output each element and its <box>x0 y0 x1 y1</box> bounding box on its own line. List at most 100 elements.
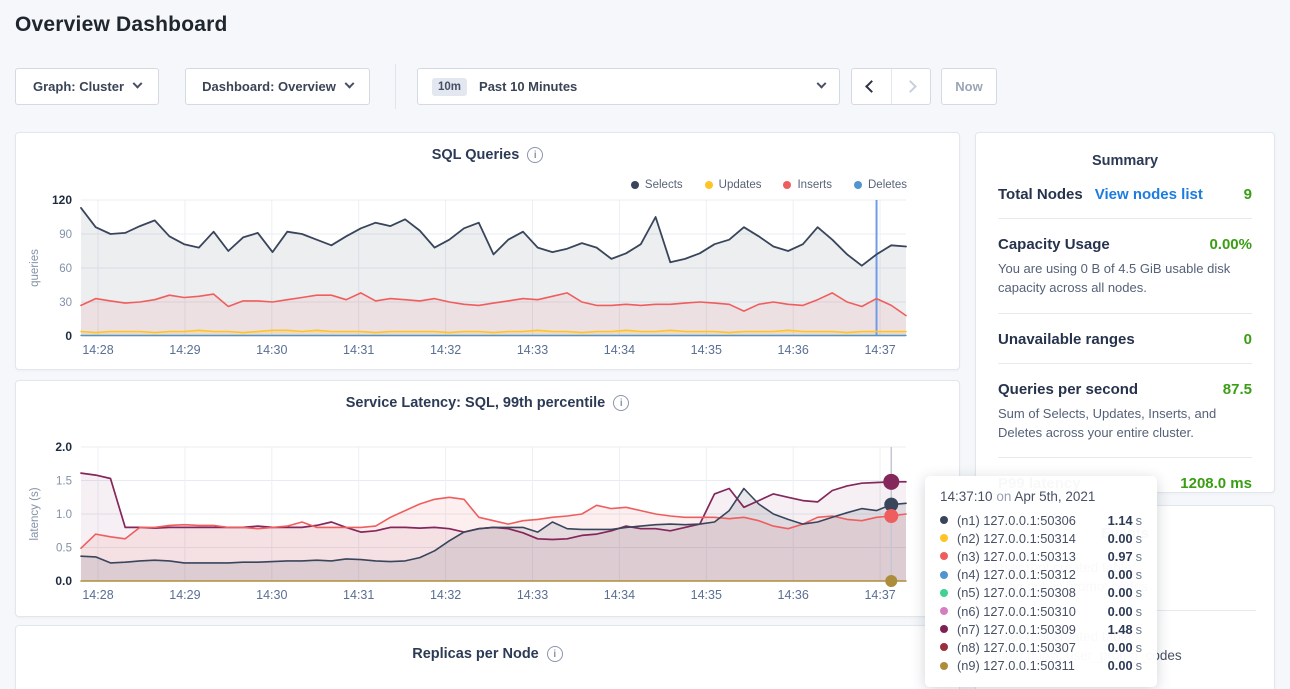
tooltip-node-row: (n1) 127.0.0.1:503061.14s <box>940 511 1142 529</box>
info-icon[interactable]: i <box>547 646 563 662</box>
svg-text:0.5: 0.5 <box>56 543 72 555</box>
tooltip-node-row: (n9) 127.0.0.1:503110.00s <box>940 657 1142 675</box>
chevron-down-icon <box>344 79 354 89</box>
svg-text:0.0: 0.0 <box>55 574 72 588</box>
tooltip-node-row: (n8) 127.0.0.1:503070.00s <box>940 638 1142 656</box>
node-address: (n5) 127.0.0.1:50308 <box>957 585 1076 600</box>
chevron-down-icon <box>133 79 143 89</box>
latency-unit: s <box>1136 531 1142 546</box>
capacity-label: Capacity Usage <box>998 236 1110 253</box>
svg-text:14:29: 14:29 <box>169 343 200 357</box>
latency-unit: s <box>1136 622 1142 637</box>
node-color-dot <box>940 643 948 651</box>
node-color-dot <box>940 589 948 597</box>
capacity-description: You are using 0 B of 4.5 GiB usable disk… <box>998 260 1252 298</box>
svg-text:14:32: 14:32 <box>430 343 461 357</box>
svg-text:14:29: 14:29 <box>169 588 200 602</box>
svg-text:14:30: 14:30 <box>256 588 287 602</box>
unavailable-ranges-label: Unavailable ranges <box>998 331 1135 348</box>
svg-text:queries: queries <box>29 249 41 287</box>
p99-latency-value: 1208.0 ms <box>1180 475 1252 492</box>
node-latency-value: 0.00 <box>1108 531 1133 546</box>
node-latency-value: 0.00 <box>1108 658 1133 673</box>
unavailable-ranges-value: 0 <box>1244 331 1252 348</box>
node-address: (n4) 127.0.0.1:50312 <box>957 567 1076 582</box>
node-latency-value: 1.48 <box>1108 622 1133 637</box>
node-address: (n9) 127.0.0.1:50311 <box>957 658 1075 673</box>
svg-text:1.0: 1.0 <box>56 509 72 521</box>
node-color-dot <box>940 534 948 542</box>
node-latency-value: 1.14 <box>1108 513 1133 528</box>
service-latency-card: Service Latency: SQL, 99th percentile i … <box>15 380 960 617</box>
replicas-per-node-title: Replicas per Node <box>412 646 539 662</box>
svg-text:14:34: 14:34 <box>604 343 635 357</box>
summary-total-nodes: Total Nodes View nodes list 9 <box>998 169 1252 219</box>
node-address: (n2) 127.0.0.1:50314 <box>957 531 1076 546</box>
node-address: (n7) 127.0.0.1:50309 <box>957 622 1076 637</box>
svg-text:1.5: 1.5 <box>56 476 72 488</box>
node-color-dot <box>940 625 948 633</box>
node-latency-value: 0.00 <box>1108 585 1133 600</box>
node-color-dot <box>940 662 948 670</box>
tooltip-timestamp: 14:37:10 on Apr 5th, 2021 <box>940 489 1142 504</box>
summary-capacity: Capacity Usage 0.00% You are using 0 B o… <box>998 219 1252 314</box>
svg-text:14:33: 14:33 <box>517 588 548 602</box>
now-button[interactable]: Now <box>941 68 997 105</box>
tooltip-node-row: (n6) 127.0.0.1:503100.00s <box>940 602 1142 620</box>
svg-text:14:36: 14:36 <box>778 343 809 357</box>
total-nodes-label: Total Nodes <box>998 186 1083 203</box>
svg-text:14:35: 14:35 <box>691 343 722 357</box>
service-latency-chart[interactable]: 0.00.51.01.52.014:2814:2914:3014:3114:32… <box>16 381 961 618</box>
node-latency-value: 0.00 <box>1108 604 1133 619</box>
time-range-badge: 10m <box>432 78 467 96</box>
tooltip-node-row: (n7) 127.0.0.1:50309 1.48s <box>940 620 1142 638</box>
node-color-dot <box>940 552 948 560</box>
node-color-dot <box>940 571 948 579</box>
node-latency-value: 0.00 <box>1108 567 1133 582</box>
svg-text:14:36: 14:36 <box>778 588 809 602</box>
node-address: (n3) 127.0.0.1:50313 <box>957 549 1076 564</box>
qps-value: 87.5 <box>1223 381 1252 398</box>
summary-unavailable: Unavailable ranges 0 <box>998 314 1252 364</box>
dashboard-dropdown-label: Dashboard: Overview <box>202 79 336 94</box>
svg-text:14:37: 14:37 <box>864 343 895 357</box>
time-range-label: Past 10 Minutes <box>479 79 577 94</box>
chart-hover-tooltip: 14:37:10 on Apr 5th, 2021 (n1) 127.0.0.1… <box>925 476 1157 687</box>
svg-text:14:32: 14:32 <box>430 588 461 602</box>
node-latency-value: 0.97 <box>1108 549 1133 564</box>
latency-unit: s <box>1136 549 1142 564</box>
svg-text:14:28: 14:28 <box>82 588 113 602</box>
graph-dropdown[interactable]: Graph: Cluster <box>15 68 159 105</box>
node-address: (n8) 127.0.0.1:50307 <box>957 640 1076 655</box>
latency-unit: s <box>1136 585 1142 600</box>
view-nodes-list-link[interactable]: View nodes list <box>1095 186 1203 203</box>
latency-unit: s <box>1136 513 1142 528</box>
summary-panel: Summary Total Nodes View nodes list 9 Ca… <box>975 132 1275 493</box>
qps-description: Sum of Selects, Updates, Inserts, and De… <box>998 405 1252 443</box>
node-latency-value: 0.00 <box>1108 640 1133 655</box>
prev-time-button[interactable] <box>852 69 891 104</box>
sql-queries-chart[interactable]: 030609012014:2814:2914:3014:3114:3214:33… <box>16 133 961 371</box>
svg-text:14:34: 14:34 <box>604 588 635 602</box>
node-address: (n6) 127.0.0.1:50310 <box>957 604 1076 619</box>
page-title: Overview Dashboard <box>15 13 228 37</box>
svg-text:60: 60 <box>59 263 72 275</box>
replicas-per-node-card: Replicas per Node i <box>15 625 960 689</box>
time-range-dropdown[interactable]: 10m Past 10 Minutes <box>417 68 840 105</box>
capacity-value: 0.00% <box>1209 236 1252 253</box>
tooltip-node-row: (n3) 127.0.0.1:50313 0.97s <box>940 547 1142 565</box>
node-color-dot <box>940 607 948 615</box>
chevron-right-icon <box>904 80 917 93</box>
toolbar-divider <box>395 64 396 109</box>
svg-text:14:31: 14:31 <box>343 588 374 602</box>
chevron-down-icon <box>817 79 827 89</box>
dashboard-dropdown[interactable]: Dashboard: Overview <box>185 68 370 105</box>
next-time-button[interactable] <box>891 69 931 104</box>
svg-text:14:37: 14:37 <box>864 588 895 602</box>
svg-text:90: 90 <box>59 229 72 241</box>
qps-label: Queries per second <box>998 381 1138 398</box>
chevron-left-icon <box>865 80 878 93</box>
node-color-dot <box>940 516 948 524</box>
svg-text:14:35: 14:35 <box>691 588 722 602</box>
summary-title: Summary <box>976 133 1274 169</box>
